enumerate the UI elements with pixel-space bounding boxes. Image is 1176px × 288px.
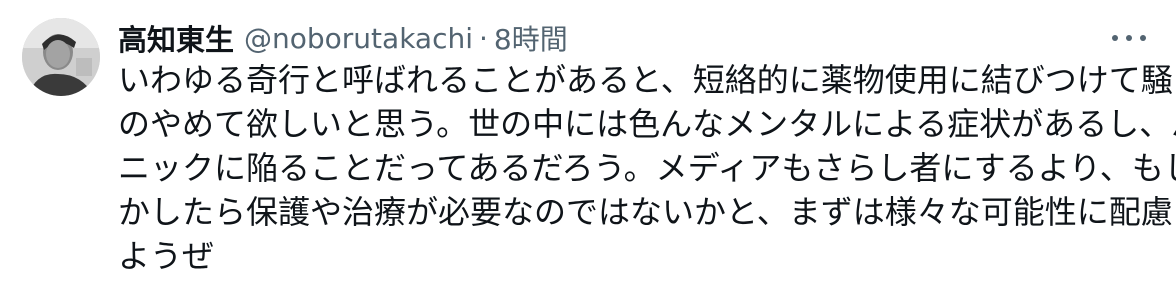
- tweet-text-line: かしたら保護や治療が必要なのではないかと、まずは様々な可能性に配慮し: [118, 193, 1176, 231]
- more-dot: [1126, 35, 1132, 41]
- meta-separator: ·: [479, 21, 488, 55]
- tweet-text: いわゆる奇行と呼ばれることがあると、短絡的に薬物使用に結びつけて騒ぐ のやめて欲…: [118, 58, 1176, 278]
- avatar[interactable]: [22, 18, 100, 96]
- tweet-text-line: ニックに陥ることだってあるだろう。メディアもさらし者にするより、もし: [118, 149, 1176, 187]
- timestamp[interactable]: 8時間: [494, 18, 568, 58]
- more-horizontal-icon[interactable]: [1112, 24, 1146, 52]
- user-handle[interactable]: @noborutakachi: [244, 22, 473, 55]
- tweet-text-line: ようぜ: [118, 237, 215, 275]
- more-dot: [1140, 35, 1146, 41]
- avatar-image: [22, 18, 100, 96]
- tweet-text-line: いわゆる奇行と呼ばれることがあると、短絡的に薬物使用に結びつけて騒ぐ: [118, 61, 1176, 99]
- tweet-card[interactable]: 高知東生 @noborutakachi · 8時間 いわゆる奇行と呼ばれることが…: [0, 0, 1176, 288]
- more-dot: [1112, 35, 1118, 41]
- tweet-header: 高知東生 @noborutakachi · 8時間: [118, 18, 568, 58]
- tweet-text-line: のやめて欲しいと思う。世の中には色んなメンタルによる症状があるし、パ: [118, 105, 1176, 143]
- display-name[interactable]: 高知東生: [118, 17, 234, 59]
